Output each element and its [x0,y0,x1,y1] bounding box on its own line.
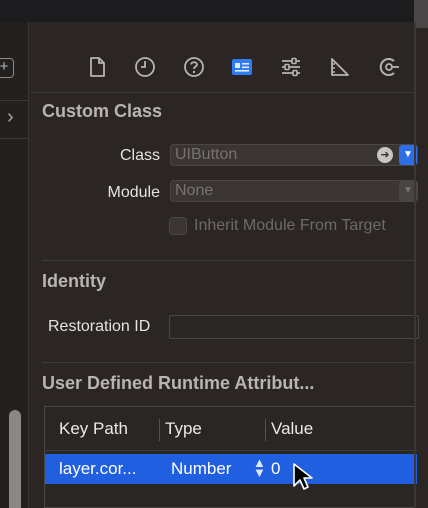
identity-inspector: Custom Class Class UIButton ➜ ▼ Module N… [30,22,419,508]
module-placeholder: None [175,182,214,199]
module-combo-box[interactable]: None ▼ [170,180,418,202]
chevron-right-icon[interactable]: › [7,106,14,129]
runtime-attributes-table: Key Path Type Value layer.cor... Number … [44,406,417,508]
identity-card-icon [232,59,252,75]
section-divider [42,362,416,363]
key-path-cell[interactable]: layer.cor... [59,459,136,479]
runtime-attributes-title: User Defined Runtime Attribut... [42,373,315,393]
module-label: Module [107,184,160,201]
window-top-bar [0,0,428,28]
help-inspector-tab[interactable] [179,52,209,82]
connections-inspector-tab[interactable] [374,52,404,82]
column-separator[interactable] [265,419,266,441]
tab-bar-divider [30,92,416,93]
table-header: Key Path Type Value [45,407,417,451]
history-icon [135,57,155,77]
restoration-id-field[interactable] [169,315,419,339]
section-divider [42,260,416,261]
column-header-key-path[interactable]: Key Path [59,419,128,439]
restoration-id-label: Restoration ID [48,318,151,335]
navigator-scrollbar[interactable] [9,410,21,508]
navigator-divider [0,100,29,101]
history-inspector-tab[interactable] [130,52,160,82]
file-icon [90,57,105,77]
column-header-value[interactable]: Value [271,419,313,439]
attributes-inspector-tab[interactable] [276,52,306,82]
window-scroll-notch [414,0,428,28]
type-stepper-icon[interactable]: ▲ ▼ [253,456,266,479]
ruler-icon [331,58,349,76]
inherit-module-label: Inherit Module From Target [194,217,386,234]
size-inspector-tab[interactable] [325,52,355,82]
inspector-right-edge [414,22,416,508]
column-separator[interactable] [159,419,160,441]
type-cell[interactable]: Number [171,459,231,479]
custom-class-title: Custom Class [42,101,163,121]
column-header-type[interactable]: Type [165,419,202,439]
add-icon[interactable]: + [0,58,14,78]
help-icon [184,57,204,77]
identity-inspector-tab[interactable] [227,52,257,82]
navigator-pane: + › [0,22,29,508]
sliders-icon [282,57,300,77]
value-cell[interactable]: 0 [271,459,280,479]
inspector-tab-bar [30,52,416,88]
table-row[interactable]: layer.cor... Number ▲ ▼ 0 [45,454,417,484]
mouse-pointer-icon [293,463,313,490]
class-combo-box[interactable]: UIButton ➜ ▼ [170,144,418,166]
connections-icon [379,58,399,76]
identity-title: Identity [42,271,107,291]
class-placeholder: UIButton [175,146,238,163]
go-arrow-icon[interactable]: ➜ [377,147,393,163]
file-inspector-tab[interactable] [82,52,112,82]
navigator-divider [0,138,29,139]
class-label: Class [119,147,160,164]
inherit-module-checkbox[interactable] [169,217,187,235]
